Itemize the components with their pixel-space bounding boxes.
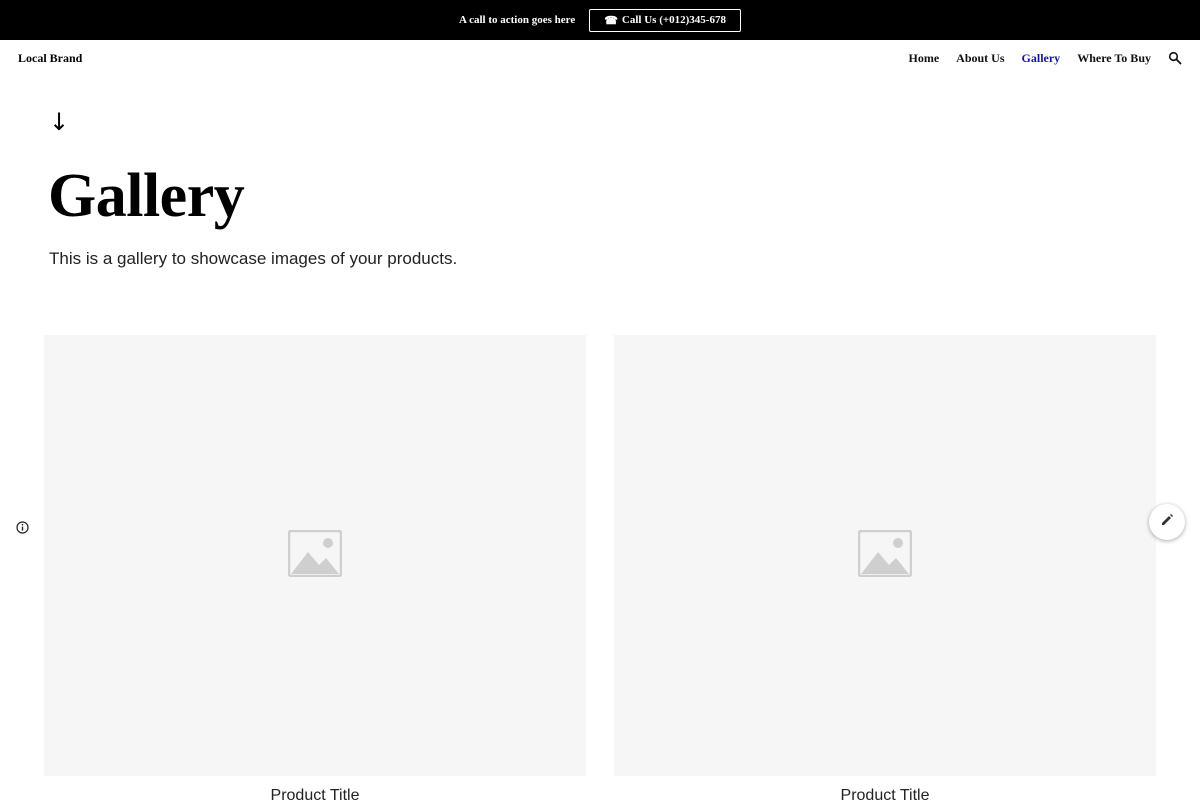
nav-item-where-to-buy[interactable]: Where To Buy (1077, 51, 1151, 66)
pencil-icon (1160, 513, 1174, 532)
site-header: Local Brand Home About Us Gallery Where … (0, 40, 1200, 76)
brand-logo[interactable]: Local Brand (18, 51, 82, 66)
main-nav: Home About Us Gallery Where To Buy (909, 51, 1182, 66)
scroll-down-arrow-icon: ↓ (49, 108, 70, 136)
product-image[interactable] (614, 335, 1156, 776)
page-subtitle: This is a gallery to showcase images of … (49, 249, 458, 268)
announcement-bar: A call to action goes here ☎ Call Us (+0… (0, 0, 1200, 40)
call-us-label: Call Us (+012)345-678 (621, 14, 726, 26)
announcement-text: A call to action goes here (459, 14, 576, 26)
nav-item-about-us[interactable]: About Us (956, 51, 1004, 66)
info-icon[interactable] (16, 521, 29, 534)
nav-item-gallery[interactable]: Gallery (1022, 51, 1061, 66)
page-title: Gallery (48, 162, 245, 230)
gallery-item[interactable]: Product Title (614, 335, 1156, 800)
phone-icon: ☎ (604, 14, 618, 27)
nav-item-home[interactable]: Home (909, 51, 940, 66)
call-us-button[interactable]: ☎ Call Us (+012)345-678 (589, 8, 741, 32)
edit-button[interactable] (1149, 504, 1185, 540)
gallery-item[interactable]: Product Title (44, 335, 586, 800)
image-placeholder-icon (857, 529, 913, 582)
search-icon[interactable] (1168, 51, 1182, 65)
product-image[interactable] (44, 335, 586, 776)
product-title: Product Title (270, 787, 360, 800)
product-title: Product Title (840, 787, 930, 800)
image-placeholder-icon (287, 529, 343, 582)
